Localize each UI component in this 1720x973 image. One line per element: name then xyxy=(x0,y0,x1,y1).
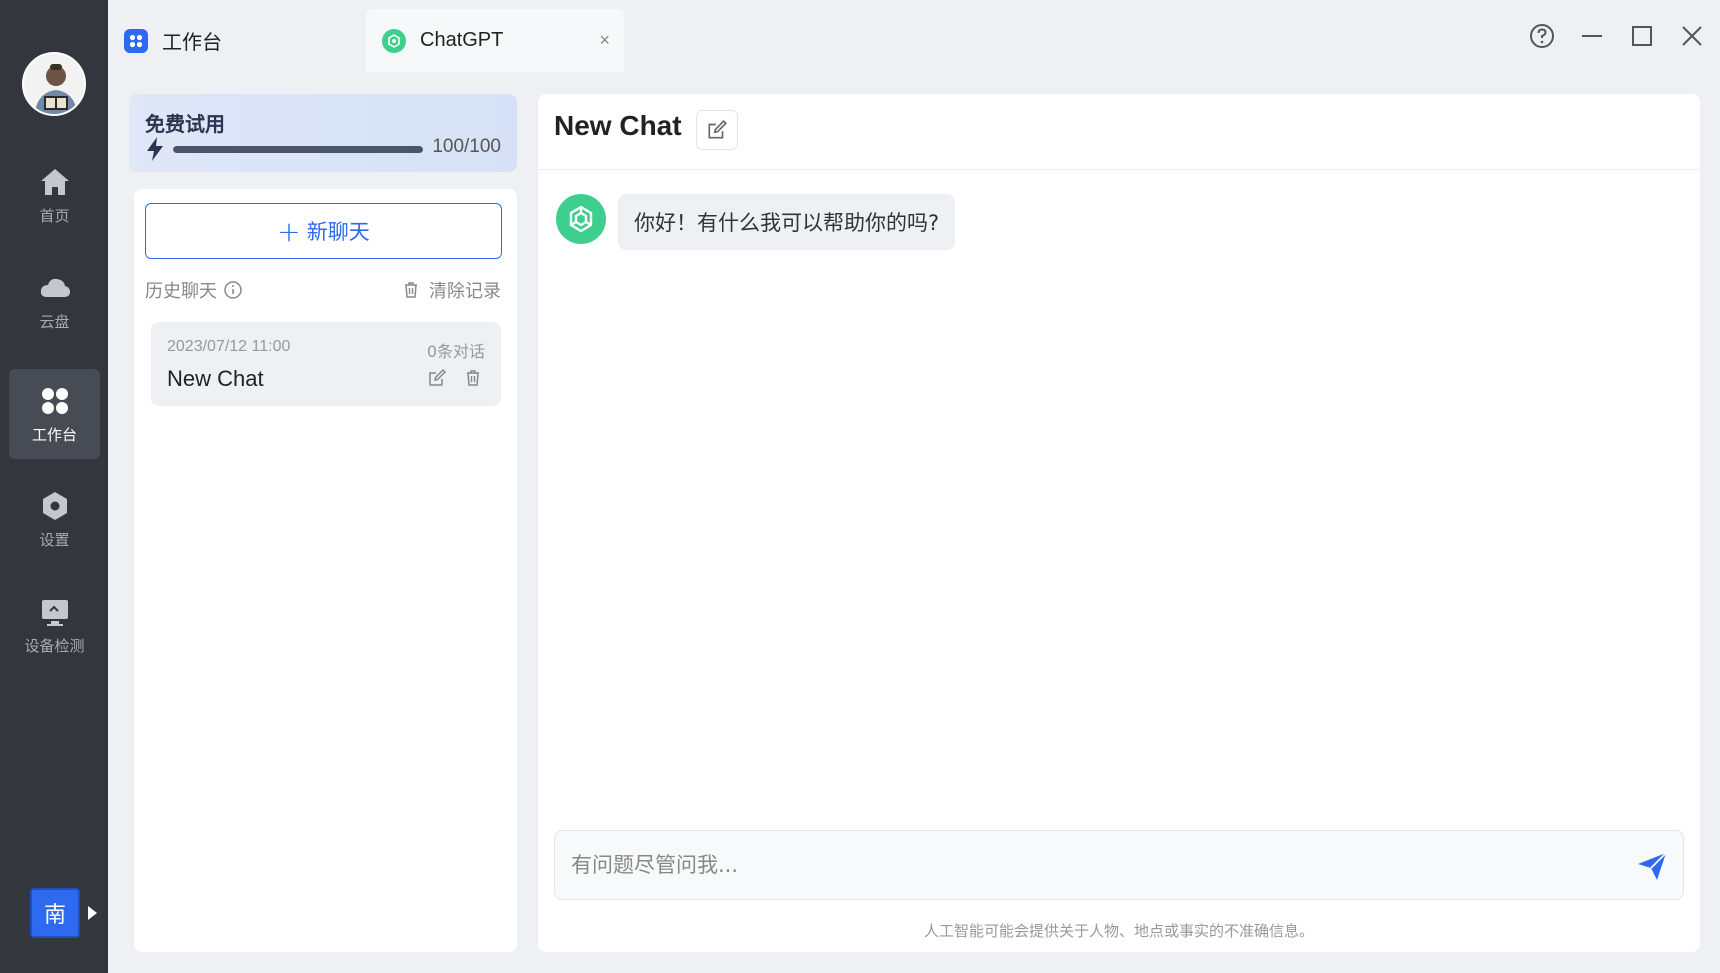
expand-sidebar-icon[interactable] xyxy=(88,906,97,920)
sidebar-item-home[interactable]: 首页 xyxy=(9,150,100,240)
tab-label: 工作台 xyxy=(162,30,222,54)
bolt-icon xyxy=(147,137,163,161)
trash-icon[interactable] xyxy=(463,368,483,388)
sidebar-item-workbench[interactable]: 工作台 xyxy=(9,369,100,459)
new-chat-button[interactable]: + 新聊天 xyxy=(145,203,502,259)
chatgpt-icon xyxy=(382,28,406,53)
chat-header: New Chat xyxy=(538,94,1700,170)
user-avatar[interactable] xyxy=(22,52,86,116)
sidebar-item-device-check[interactable]: 设备检测 xyxy=(9,580,100,670)
maximize-icon[interactable] xyxy=(1628,22,1656,50)
chat-main: New Chat 你好！有什么我可以帮助你的吗? 人工智能可能会提供关于人物、地… xyxy=(538,94,1700,952)
home-icon xyxy=(40,168,69,195)
chat-date: 2023/07/12 11:00 xyxy=(167,338,291,355)
message-input[interactable] xyxy=(571,831,1611,899)
sidebar-item-label: 首页 xyxy=(39,206,70,225)
settings-icon xyxy=(42,491,67,520)
workbench-icon xyxy=(124,28,148,53)
cloud-icon xyxy=(40,278,70,297)
chatgpt-avatar-icon xyxy=(556,194,606,244)
app-sidebar: 首页 云盘 工作台 设置 设备检测 南 xyxy=(0,0,108,973)
sidebar-item-label: 设置 xyxy=(39,530,70,549)
trial-count: 100/100 xyxy=(432,136,501,157)
chat-name: New Chat xyxy=(167,366,264,391)
trial-title: 免费试用 xyxy=(145,112,225,136)
trial-progress-fill xyxy=(173,146,423,153)
trial-card: 免费试用 100/100 xyxy=(129,94,517,172)
new-chat-label: 新聊天 xyxy=(306,220,370,244)
user-badge[interactable]: 南 xyxy=(30,888,80,938)
edit-icon[interactable] xyxy=(427,368,447,388)
edit-title-button[interactable] xyxy=(696,110,738,150)
close-window-icon[interactable] xyxy=(1678,22,1706,50)
sidebar-item-cloud[interactable]: 云盘 xyxy=(9,256,100,346)
tab-bar: 工作台 ChatGPT × xyxy=(108,0,1720,72)
disclaimer-text: 人工智能可能会提供关于人物、地点或事实的不准确信息。 xyxy=(923,922,1314,940)
device-check-icon xyxy=(41,599,68,626)
edit-icon xyxy=(708,120,727,139)
chat-item-actions xyxy=(427,368,483,388)
help-icon[interactable] xyxy=(1528,22,1556,50)
workbench-icon xyxy=(41,387,68,414)
chat-history-panel: + 新聊天 历史聊天 清除记录 2023/07/12 11:00 0条对话 Ne… xyxy=(134,189,517,952)
clear-history-label: 清除记录 xyxy=(429,281,501,302)
chat-message-count: 0条对话 xyxy=(426,342,485,361)
trash-icon xyxy=(405,282,417,298)
tab-chatgpt[interactable]: ChatGPT × xyxy=(366,9,624,72)
sidebar-item-settings[interactable]: 设置 xyxy=(9,474,100,564)
send-icon[interactable] xyxy=(1635,849,1669,883)
history-header: 历史聊天 xyxy=(145,277,243,303)
list-item[interactable]: 2023/07/12 11:00 0条对话 New Chat xyxy=(151,322,501,406)
trial-progress-bar xyxy=(173,146,423,153)
assistant-message: 你好！有什么我可以帮助你的吗? xyxy=(618,194,956,250)
tab-label: ChatGPT xyxy=(420,29,504,51)
sidebar-item-label: 设备检测 xyxy=(24,636,85,655)
plus-icon: + xyxy=(277,214,301,248)
info-icon[interactable] xyxy=(223,280,243,300)
message-input-box xyxy=(554,830,1684,900)
tab-workbench[interactable]: 工作台 xyxy=(124,9,344,72)
close-tab-icon[interactable]: × xyxy=(599,30,610,51)
clear-history-button[interactable]: 清除记录 xyxy=(401,277,501,303)
page-title: New Chat xyxy=(554,110,682,141)
sidebar-item-label: 云盘 xyxy=(39,312,70,331)
sidebar-item-label: 工作台 xyxy=(31,425,77,444)
minimize-icon[interactable] xyxy=(1578,22,1606,50)
history-label: 历史聊天 xyxy=(145,281,217,302)
